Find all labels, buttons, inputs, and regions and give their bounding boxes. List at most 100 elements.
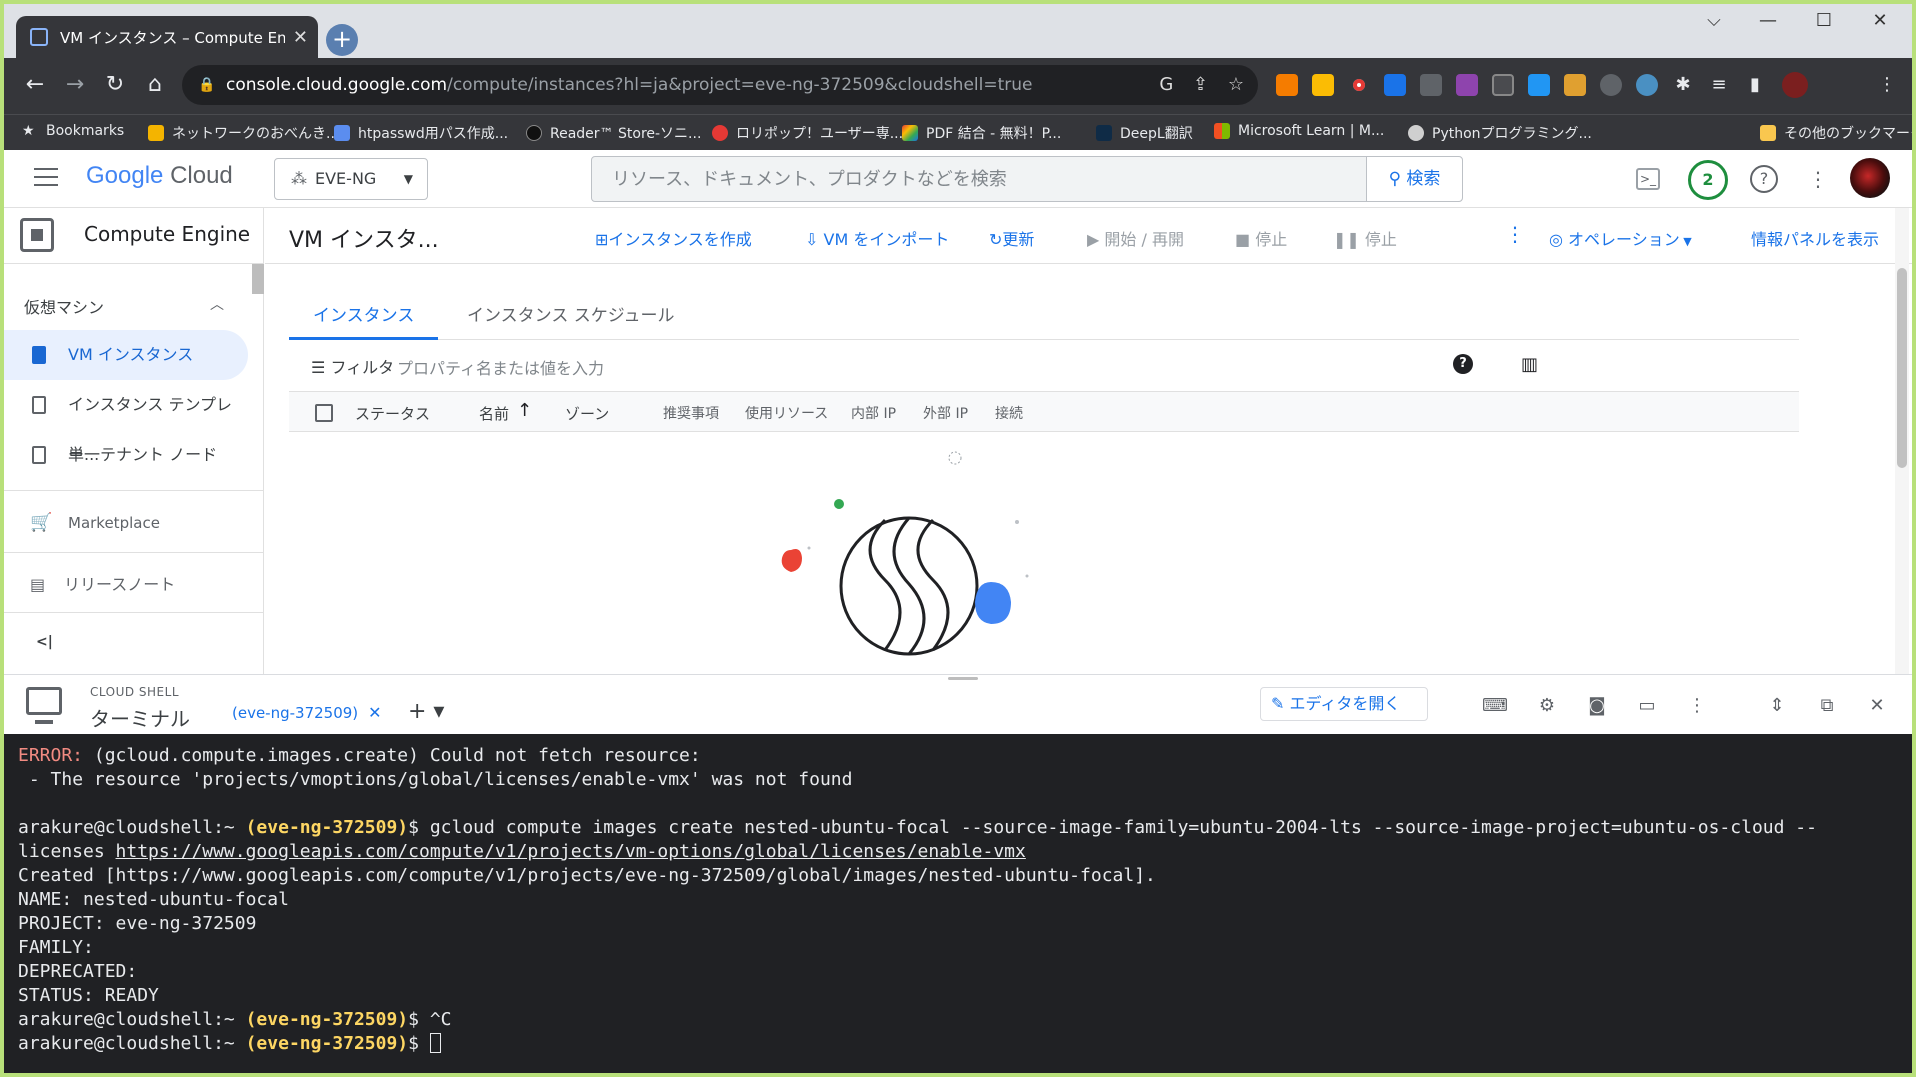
column-in-use-by[interactable]: 使用リソース xyxy=(745,403,828,423)
account-avatar[interactable] xyxy=(1850,158,1890,198)
bookmark-star-icon[interactable]: ☆ xyxy=(1228,74,1244,95)
nav-item-marketplace[interactable]: 🛒 Marketplace xyxy=(4,498,248,548)
extension-icon[interactable] xyxy=(1492,74,1514,96)
extension-icon[interactable] xyxy=(1564,74,1586,96)
scrollbar-thumb[interactable] xyxy=(1897,268,1907,468)
side-panel-icon[interactable]: ▮ xyxy=(1740,70,1770,100)
tab-search-icon[interactable]: ⌵ xyxy=(1694,10,1734,31)
cloud-shell-icon[interactable]: >_ xyxy=(1636,168,1660,190)
main-menu-icon[interactable] xyxy=(34,168,58,192)
google-lens-icon[interactable]: G xyxy=(1159,74,1173,95)
column-external-ip[interactable]: 外部 IP xyxy=(923,403,968,423)
resize-handle[interactable] xyxy=(948,677,978,680)
extension-icon[interactable] xyxy=(1636,74,1658,96)
more-options-icon[interactable]: ⋮ xyxy=(1804,165,1832,193)
tab-close-icon[interactable]: ✕ xyxy=(293,27,308,48)
nav-item-instance-templates[interactable]: インスタンス テンプレー... xyxy=(4,380,248,464)
close-shell-icon[interactable]: ✕ xyxy=(1864,693,1890,719)
bookmark-item[interactable]: DeepL翻訳 xyxy=(1096,123,1193,143)
extension-icon[interactable] xyxy=(1600,74,1622,96)
close-tab-icon[interactable]: ✕ xyxy=(368,703,381,722)
extension-icon[interactable] xyxy=(1276,74,1298,96)
shell-session-tab[interactable]: (eve-ng-372509) ✕ xyxy=(232,703,382,722)
collapse-nav-icon[interactable]: <| xyxy=(36,634,53,650)
open-new-window-icon[interactable]: ⧉ xyxy=(1814,693,1840,719)
start-resume-button[interactable]: ▶ 開始 / 再開 xyxy=(1087,226,1184,250)
help-icon[interactable]: ? xyxy=(1453,354,1473,374)
media-control-icon[interactable]: ≡ xyxy=(1704,70,1734,100)
google-cloud-logo[interactable]: Google Cloud xyxy=(86,162,233,190)
search-input[interactable] xyxy=(592,157,1364,201)
nav-scrollbar[interactable] xyxy=(252,264,264,294)
column-connect[interactable]: 接続 xyxy=(995,403,1023,423)
other-bookmarks[interactable]: その他のブックマーク xyxy=(1760,123,1912,143)
minimize-panel-icon[interactable]: ▭ xyxy=(1634,693,1660,719)
nav-item-sole-tenant-nodes[interactable]: 単一テナント ノード xyxy=(4,430,248,480)
maximize-shell-icon[interactable]: ⇕ xyxy=(1764,693,1790,719)
settings-gear-icon[interactable]: ⚙ xyxy=(1534,693,1560,719)
filter-input[interactable]: プロパティ名または値を入力 xyxy=(397,355,604,379)
forward-icon[interactable]: → xyxy=(60,70,90,100)
suspend-button[interactable]: ❚❚ 停止 xyxy=(1333,226,1397,250)
extension-icon[interactable] xyxy=(1384,74,1406,96)
bookmark-item[interactable]: htpasswd用パス作成... xyxy=(334,123,508,143)
more-options-icon[interactable]: ⋮ xyxy=(1684,693,1710,719)
extension-icon[interactable] xyxy=(1312,74,1334,96)
extension-icon[interactable] xyxy=(1420,74,1442,96)
notifications-badge[interactable]: 2 xyxy=(1688,160,1728,200)
column-name[interactable]: 名前 xyxy=(479,403,509,424)
column-display-icon[interactable]: ▥ xyxy=(1521,354,1538,375)
profile-avatar[interactable] xyxy=(1782,72,1808,98)
extension-icon[interactable] xyxy=(1456,74,1478,96)
select-all-checkbox[interactable] xyxy=(315,404,333,422)
help-icon[interactable]: ? xyxy=(1750,165,1778,193)
open-editor-button[interactable]: ✎ エディタを開く xyxy=(1260,687,1428,721)
back-icon[interactable]: ← xyxy=(20,70,50,100)
filter-button[interactable]: ☰ フィルタ xyxy=(311,354,394,378)
home-icon[interactable]: ⌂ xyxy=(140,70,170,100)
record-extension-icon[interactable] xyxy=(1348,74,1370,96)
web-preview-icon[interactable]: ◙ xyxy=(1584,693,1610,719)
terminal-output[interactable]: ERROR: (gcloud.compute.images.create) Co… xyxy=(4,734,1912,1073)
refresh-button[interactable]: ↻更新 xyxy=(989,226,1034,250)
nav-item-release-notes[interactable]: ▤ リリースノート xyxy=(4,560,248,610)
column-recommendations[interactable]: 推奨事項 xyxy=(663,403,719,423)
more-actions-icon[interactable]: ⋮ xyxy=(1505,222,1525,246)
minimize-button[interactable]: — xyxy=(1748,10,1788,31)
address-bar[interactable]: 🔒 console.cloud.google.com/compute/insta… xyxy=(182,65,1258,105)
bookmark-item[interactable]: ネットワークのおべんき... xyxy=(148,123,339,143)
show-info-panel-button[interactable]: 情報パネルを表示 xyxy=(1751,226,1879,250)
nav-item-vm-instances[interactable]: VM インスタンス xyxy=(4,330,248,380)
stop-button[interactable]: ■ 停止 xyxy=(1235,226,1287,250)
operations-button[interactable]: ◎ オペレーション ▼ xyxy=(1549,226,1692,250)
maximize-button[interactable]: ☐ xyxy=(1804,10,1844,31)
sort-ascending-icon[interactable]: ↑ xyxy=(517,400,532,421)
tab-instances[interactable]: インスタンス xyxy=(289,300,439,340)
create-instance-button[interactable]: ⊞インスタンスを作成 xyxy=(595,226,752,250)
project-picker[interactable]: ⁂ EVE-NG ▼ xyxy=(274,158,428,200)
add-session-button[interactable]: + ▾ xyxy=(408,699,444,724)
bookmark-item[interactable]: ロリポップ！ユーザー専... xyxy=(712,123,903,143)
tab-instance-schedule[interactable]: インスタンス スケジュール xyxy=(443,300,699,340)
bookmark-item[interactable]: Reader™ Store-ソニ... xyxy=(526,123,701,143)
share-icon[interactable]: ⇪ xyxy=(1193,74,1208,95)
column-status[interactable]: ステータス xyxy=(355,403,430,424)
nav-section-vm[interactable]: 仮想マシン xyxy=(24,294,104,318)
search-button[interactable]: ⚲ 検索 xyxy=(1366,157,1462,201)
column-internal-ip[interactable]: 内部 IP xyxy=(851,403,896,423)
column-zone[interactable]: ゾーン xyxy=(565,403,609,424)
license-link[interactable]: https://www.googleapis.com/compute/v1/pr… xyxy=(116,841,1026,862)
browser-menu-icon[interactable]: ⋮ xyxy=(1872,70,1902,100)
reload-icon[interactable]: ↻ xyxy=(100,70,130,100)
bookmark-item[interactable]: Pythonプログラミング... xyxy=(1408,123,1592,143)
bookmark-item[interactable]: PDF 結合 - 無料！P... xyxy=(902,123,1061,143)
chevron-up-icon[interactable]: ︿ xyxy=(210,294,224,314)
new-tab-button[interactable]: + xyxy=(326,24,358,56)
new-extension-icon[interactable] xyxy=(1528,74,1550,96)
extensions-puzzle-icon[interactable]: ✱ xyxy=(1668,70,1698,100)
main-scrollbar[interactable] xyxy=(1895,208,1909,674)
browser-tab[interactable]: VM インスタンス – Compute Engine ✕ xyxy=(16,16,318,58)
import-vm-button[interactable]: ⇩ VM をインポート xyxy=(805,226,949,250)
keyboard-icon[interactable]: ⌨ xyxy=(1482,693,1508,719)
close-window-button[interactable]: ✕ xyxy=(1860,10,1900,31)
